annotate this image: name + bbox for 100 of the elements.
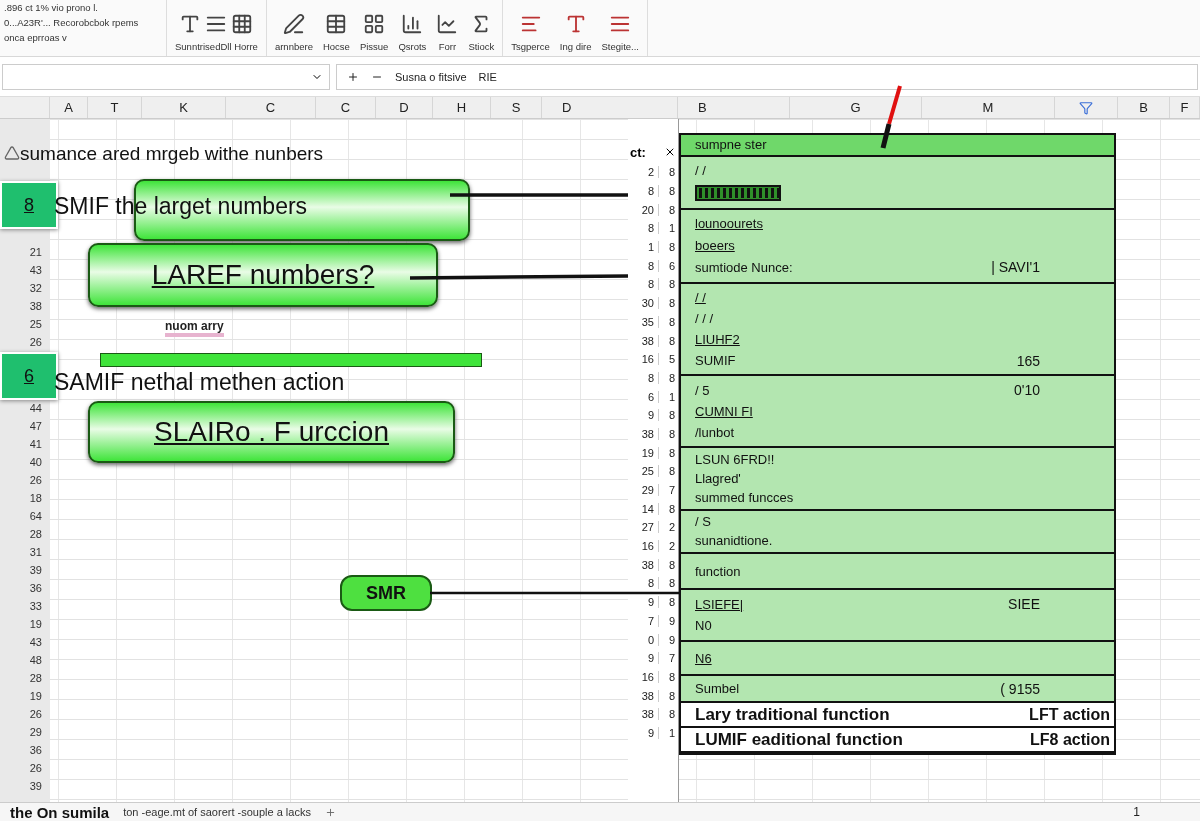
formula-field[interactable]: Susna o fitsive RIE: [336, 64, 1198, 90]
number-cell: 8: [658, 502, 678, 515]
number-cell: 8: [658, 409, 678, 422]
ribbon-button[interactable]: Stiock: [466, 13, 497, 52]
row-number: 31: [28, 545, 43, 560]
column-header[interactable]: G: [790, 97, 922, 118]
ribbon-button[interactable]: Stegite...: [599, 13, 641, 52]
column-header[interactable]: F: [1170, 97, 1200, 118]
number-cell-text: 25: [640, 465, 655, 478]
column-label: ct:: [630, 144, 646, 160]
grid-icon: [231, 13, 254, 35]
number-cell: 9: [658, 633, 678, 646]
number-cell-text: 38: [640, 427, 655, 440]
panel-text: LSIEFE|: [695, 596, 744, 612]
ribbon-button[interactable]: arnnbere: [272, 13, 315, 52]
panel-value: LF8 action: [1030, 730, 1110, 749]
panel-text: / S: [695, 514, 711, 530]
column-header[interactable]: C: [226, 97, 316, 118]
callout-banner: LAREF numbers?: [88, 243, 438, 307]
number-cell: 8: [658, 185, 678, 198]
number-cell-text: 16: [640, 540, 655, 553]
ribbon-text: 0...A23R'... Recorobcbok rpems: [4, 17, 140, 28]
ribbon-button[interactable]: Ing dire: [557, 13, 594, 52]
ribbon-button[interactable]: SunntrisedDll Horre: [173, 13, 260, 52]
number-cell-text: 30: [640, 297, 655, 310]
number-cell-text: 38: [640, 334, 655, 347]
number-cell-text: 1: [646, 241, 655, 254]
panel-text: Sumbel: [695, 681, 740, 697]
number-cell-text: 20: [640, 203, 655, 216]
number-cell-text: 9: [646, 652, 655, 665]
panel-text: / 5: [695, 382, 710, 398]
column-header[interactable]: D: [376, 97, 433, 118]
callout-banner: SLAIRo . F urccion: [88, 401, 455, 463]
column-header[interactable]: K: [142, 97, 226, 118]
panel-text: sumtiode Nunce:: [695, 259, 793, 275]
number-cell-text: 8: [646, 185, 655, 198]
column-header[interactable]: A: [50, 97, 88, 118]
panel-text: LSUN 6FRD!!: [695, 451, 775, 467]
column-header[interactable]: T: [88, 97, 142, 118]
number-cell: 8: [658, 596, 678, 609]
number-cell-text: 38: [640, 708, 655, 721]
ribbon-button[interactable]: Forr: [434, 13, 461, 52]
ribbon-text: .896 ct 1% vio prono l.: [4, 2, 99, 13]
status-message: ton -eage.mt of saorert -souple a lacks: [123, 806, 311, 818]
number-cell: 1: [658, 726, 678, 739]
sheet-heading: sumance ared mrgeb withe nunbers: [20, 143, 324, 165]
column-header[interactable]: C: [316, 97, 376, 118]
panel-text: / / /: [695, 310, 714, 326]
column-header[interactable]: M: [922, 97, 1055, 118]
ribbon-button[interactable]: Tsgperce: [509, 13, 552, 52]
panel-value: 165: [1016, 352, 1040, 369]
row-number: 44: [28, 401, 43, 416]
number-cell: 8: [658, 427, 678, 440]
number-cell-text: 16: [640, 670, 655, 683]
column-header[interactable]: S: [491, 97, 542, 118]
row-number: 19: [28, 617, 43, 632]
ribbon-button[interactable]: Qsrots: [396, 13, 429, 52]
number-cell: 8: [658, 446, 678, 459]
filter-icon[interactable]: [1079, 100, 1093, 115]
number-cell: 8: [658, 241, 678, 254]
row-number: 26: [28, 335, 43, 350]
column-header[interactable]: D: [542, 97, 678, 118]
number-cell: 8: [658, 670, 678, 683]
panel-text: sumpne ster: [695, 137, 767, 153]
panel-value: ( 9155: [1000, 680, 1040, 697]
panel-text: boeers: [695, 237, 735, 253]
ribbon-button[interactable]: Pissue: [357, 13, 391, 52]
column-header[interactable]: H: [433, 97, 491, 118]
panel-text: / /: [695, 163, 706, 179]
row-number: 41: [28, 437, 43, 452]
row-number: 47: [28, 419, 43, 434]
number-cell-text: 38: [640, 689, 655, 702]
number-cell: 7: [658, 652, 678, 665]
number-cell-text: 8: [646, 259, 655, 272]
formula-value: RIE: [478, 71, 497, 83]
ribbon-button[interactable]: Hocse: [320, 13, 352, 52]
number-cell: 8: [658, 577, 678, 590]
panel-text: LUMIF eaditional function: [695, 729, 903, 750]
row-number: 36: [28, 743, 43, 758]
column-header[interactable]: B: [1118, 97, 1170, 118]
striped-bar-icon: [695, 184, 781, 201]
panel-text: Llagred': [695, 470, 741, 486]
table-icon: [325, 13, 348, 35]
row-number: 48: [28, 653, 43, 668]
panel-text: CUMNI FI: [695, 404, 753, 420]
number-cell-text: 8: [646, 222, 655, 235]
number-cell: 8: [658, 203, 678, 216]
number-cell: 8: [658, 297, 678, 310]
row-number: 26: [28, 761, 43, 776]
line-chart-icon: [436, 13, 459, 35]
function-pill: SMR: [340, 575, 432, 611]
column-header[interactable]: B: [678, 97, 790, 118]
number-cell: 8: [658, 278, 678, 291]
close-icon[interactable]: [664, 146, 676, 158]
number-cell-text: 27: [640, 521, 655, 534]
plus-icon[interactable]: [324, 806, 336, 818]
row-number: 39: [28, 563, 43, 578]
pen-icon: [282, 13, 305, 35]
row-number: 39: [28, 779, 43, 794]
number-cell-text: 7: [646, 614, 655, 627]
